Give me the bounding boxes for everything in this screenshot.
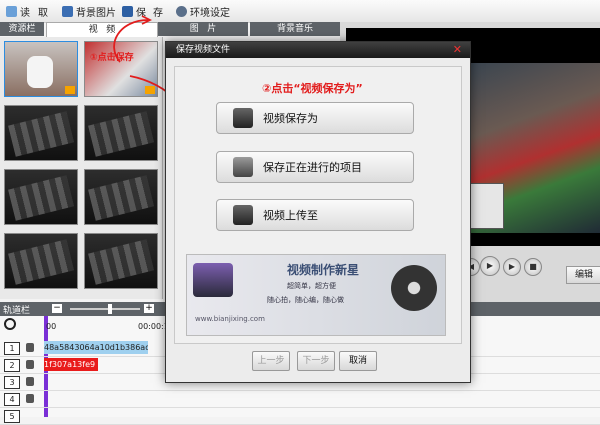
cancel-button[interactable]: 取消 bbox=[339, 351, 377, 371]
close-icon[interactable]: ✕ bbox=[453, 42, 462, 58]
save-project-button[interactable]: 保存正在进行的项目 bbox=[216, 151, 414, 183]
save-as-label: 视频保存为 bbox=[263, 112, 318, 125]
lock-icon[interactable] bbox=[26, 343, 34, 352]
zoom-slider-handle[interactable] bbox=[108, 304, 112, 314]
video-thumbnail[interactable] bbox=[4, 41, 78, 97]
image-icon bbox=[62, 5, 73, 17]
video-thumbnail[interactable] bbox=[4, 105, 78, 161]
inset-photo bbox=[468, 183, 504, 229]
timeline-title: 轨道栏 bbox=[3, 306, 31, 316]
photo-figure bbox=[27, 56, 53, 88]
film-reel-icon bbox=[8, 111, 74, 157]
tab-music[interactable]: 背景音乐 bbox=[250, 22, 340, 36]
next-step-button[interactable]: 下一步 bbox=[297, 351, 335, 371]
banner-title: 视频制作新星 bbox=[287, 263, 360, 277]
logo-icon bbox=[193, 263, 233, 297]
resource-title: 资源栏 bbox=[0, 22, 44, 36]
zoom-in-button[interactable]: + bbox=[144, 304, 154, 313]
video-thumbnail[interactable] bbox=[4, 169, 78, 225]
lock-icon[interactable] bbox=[26, 360, 34, 369]
stop-button[interactable]: ■ bbox=[524, 258, 542, 276]
promo-banner: 视频制作新星 超简单，超方便 随心拍，随心编，随心做 www.bianjixin… bbox=[186, 254, 446, 336]
fetch-label: 取 bbox=[38, 7, 48, 19]
film-reel-icon bbox=[8, 175, 74, 221]
film-reel-icon bbox=[8, 239, 74, 285]
upload-icon bbox=[233, 205, 253, 225]
film-reel-icon bbox=[88, 239, 154, 285]
film-badge-icon bbox=[65, 86, 75, 94]
clock-icon bbox=[4, 318, 16, 330]
floppy-disk-icon bbox=[233, 108, 253, 128]
save-video-dialog: 保存视频文件 ✕ ②点击“视频保存为” 视频保存为 保存正在进行的项目 视频上传… bbox=[165, 41, 471, 383]
zoom-slider[interactable] bbox=[70, 308, 140, 310]
upload-label: 视频上传至 bbox=[263, 209, 318, 222]
time-mark: 00 bbox=[46, 322, 57, 331]
film-reel-icon bbox=[391, 265, 437, 311]
preview-image bbox=[466, 63, 600, 233]
track-number: 4 bbox=[4, 393, 20, 406]
lock-icon[interactable] bbox=[26, 394, 34, 403]
audio-clip[interactable]: 1f307a13fe9 bbox=[44, 358, 98, 371]
track-number: 3 bbox=[4, 376, 20, 389]
video-thumbnail[interactable] bbox=[84, 169, 158, 225]
film-reel-icon bbox=[88, 175, 154, 221]
arrow-to-save bbox=[113, 19, 149, 63]
upload-video-button[interactable]: 视频上传至 bbox=[216, 199, 414, 231]
next-frame-button[interactable]: ▶ bbox=[503, 258, 521, 276]
film-strip-icon bbox=[233, 157, 253, 177]
prev-step-button[interactable]: 上一步 bbox=[252, 351, 290, 371]
edit-button[interactable]: 编辑 bbox=[566, 266, 600, 284]
fetch-button[interactable]: 取 bbox=[38, 4, 48, 19]
banner-subtitle-1: 超简单，超方便 bbox=[287, 282, 336, 290]
read-label: 读 bbox=[20, 7, 30, 19]
play-button[interactable]: ▶ bbox=[480, 256, 500, 276]
video-thumbnail[interactable] bbox=[84, 233, 158, 289]
save-as-video-button[interactable]: 视频保存为 bbox=[216, 102, 414, 134]
top-toolbar: 读 取 背景图片 保 存 环境设定 bbox=[0, 0, 600, 23]
zoom-out-button[interactable]: − bbox=[52, 304, 62, 313]
banner-subtitle-2: 随心拍，随心编，随心做 bbox=[267, 296, 344, 304]
folder-icon bbox=[6, 5, 17, 17]
track-number: 2 bbox=[4, 359, 20, 372]
save-project-label: 保存正在进行的项目 bbox=[263, 161, 362, 174]
dialog-titlebar: 保存视频文件 ✕ bbox=[166, 42, 470, 58]
video-clip[interactable]: 48a5843064a10d1b386ad bbox=[44, 341, 148, 354]
dialog-title: 保存视频文件 bbox=[176, 45, 231, 55]
read-button[interactable]: 读 bbox=[6, 4, 30, 19]
lock-icon[interactable] bbox=[26, 377, 34, 386]
track-row[interactable]: 4 bbox=[0, 391, 600, 408]
track-number: 1 bbox=[4, 342, 20, 355]
tab-video-label-1: 视 bbox=[88, 25, 98, 35]
annotation-step2: ②点击“视频保存为” bbox=[262, 82, 363, 95]
video-thumbnail[interactable] bbox=[4, 233, 78, 289]
banner-url: www.bianjixing.com bbox=[195, 315, 265, 323]
